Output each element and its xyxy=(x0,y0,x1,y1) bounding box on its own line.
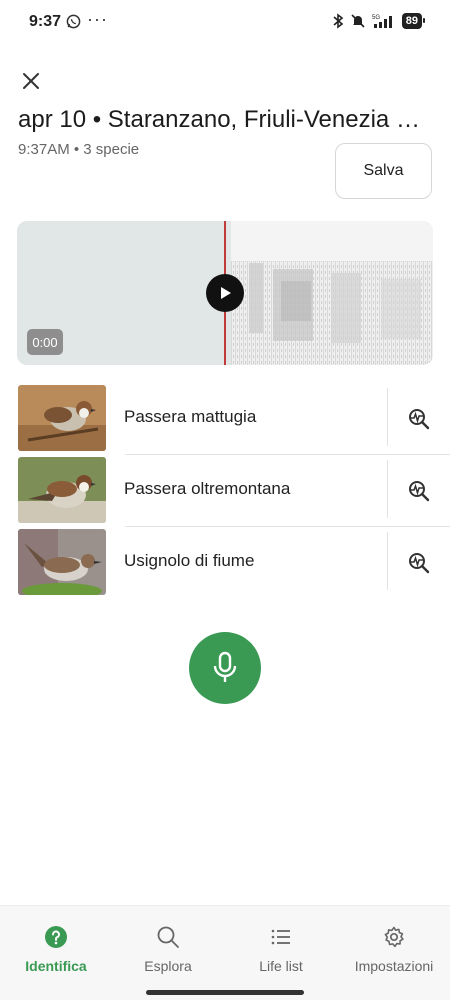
list-icon xyxy=(271,929,290,945)
species-name: Usignolo di fiume xyxy=(124,551,255,570)
battery-indicator: 89 xyxy=(401,13,426,29)
help-circle-icon xyxy=(45,926,67,948)
nav-esplora[interactable]: Esplora xyxy=(112,924,224,974)
network-label: 5G xyxy=(372,15,380,21)
recording-title: apr 10 • Staranzano, Friuli-Venezia Gi..… xyxy=(18,106,434,133)
analyze-search-icon xyxy=(409,409,430,430)
species-row[interactable]: Passera mattugia xyxy=(0,383,450,455)
nav-impostazioni[interactable]: Impostazioni xyxy=(338,924,450,974)
close-icon xyxy=(23,73,39,89)
analyze-button[interactable] xyxy=(405,549,433,577)
bluetooth-icon xyxy=(333,13,344,29)
status-bar: 9:37 ··· 5G 89 xyxy=(0,0,450,44)
species-photo xyxy=(18,385,106,451)
nav-identifica[interactable]: Identifica xyxy=(0,924,112,974)
signal-icon: 5G xyxy=(372,15,392,28)
species-name: Passera mattugia xyxy=(124,407,257,426)
more-notifications-icon: ··· xyxy=(87,9,108,29)
record-button[interactable] xyxy=(189,632,261,704)
nav-life-list[interactable]: Life list xyxy=(225,924,337,974)
analyze-search-icon xyxy=(409,553,430,574)
analyze-search-icon xyxy=(409,481,430,502)
gear-icon xyxy=(384,926,404,948)
spectrogram-image xyxy=(231,221,433,365)
species-photo xyxy=(18,457,106,523)
analyze-button[interactable] xyxy=(405,405,433,433)
species-row[interactable]: Usignolo di fiume xyxy=(0,527,450,599)
play-button[interactable] xyxy=(206,274,244,312)
bottom-navigation: Identifica Esplora Life list Impostazion… xyxy=(0,905,450,1000)
whatsapp-icon xyxy=(66,14,81,29)
divider xyxy=(387,460,388,518)
home-indicator[interactable] xyxy=(146,990,304,995)
nav-label: Impostazioni xyxy=(354,958,434,974)
nav-label: Life list xyxy=(259,958,303,974)
save-button[interactable]: Salva xyxy=(335,143,432,199)
divider xyxy=(387,532,388,590)
spectrogram-player[interactable]: 0:00 xyxy=(17,221,433,365)
species-name: Passera oltremontana xyxy=(124,479,291,498)
microphone-icon xyxy=(213,651,237,682)
recording-subtitle: 9:37AM • 3 specie xyxy=(18,141,140,158)
divider xyxy=(387,388,388,446)
status-time: 9:37 xyxy=(29,13,62,30)
nav-label: Esplora xyxy=(144,958,192,974)
playback-time: 0:00 xyxy=(27,329,63,355)
species-list: Passera mattugia Passera oltremontana Us… xyxy=(0,383,450,599)
search-icon xyxy=(157,926,179,948)
nav-label: Identifica xyxy=(25,958,87,974)
play-icon xyxy=(221,287,231,299)
species-row[interactable]: Passera oltremontana xyxy=(0,455,450,527)
close-button[interactable] xyxy=(18,68,44,94)
mute-icon xyxy=(351,14,365,28)
analyze-button[interactable] xyxy=(405,477,433,505)
species-photo xyxy=(18,529,106,595)
